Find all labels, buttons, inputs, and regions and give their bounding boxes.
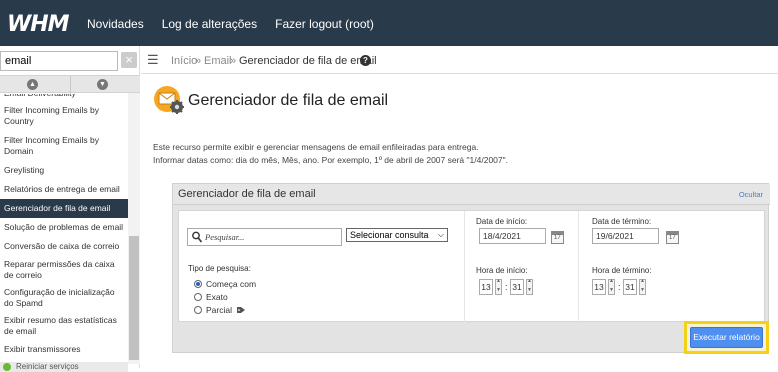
sidebar-item[interactable]: Configuração de inicialização do Spamd (0, 284, 128, 312)
end-hour-stepper[interactable] (608, 278, 615, 295)
collapse-divider (70, 76, 71, 94)
end-minute-stepper[interactable] (639, 278, 646, 295)
panel-footer (173, 327, 770, 354)
breadcrumb: ☰ Início » Email » Gerenciador de fila d… (141, 50, 778, 72)
sidebar-item[interactable]: Exibir transmissores (0, 340, 128, 359)
start-minute-input[interactable]: 31 (510, 279, 524, 295)
search-type-label: Tipo de pesquisa: (188, 264, 251, 273)
end-minute-input[interactable]: 31 (623, 279, 637, 295)
sidebar-item[interactable]: Filter Incoming Emails by Country (0, 101, 128, 131)
radio-label: Parcial (206, 305, 232, 315)
page-title: Gerenciador de fila de email (188, 92, 389, 109)
end-time-label: Hora de término: (592, 266, 652, 275)
page-description: Este recurso permite exibir e gerenciar … (153, 141, 508, 167)
sidebar-item[interactable]: Email Deliverability (0, 94, 128, 101)
breadcrumb-divider (141, 73, 778, 74)
query-select[interactable]: Selecionar consulta ⌵ (346, 228, 448, 242)
run-report-button[interactable]: Executar relatório (690, 327, 763, 348)
end-hour-input[interactable]: 13 (592, 279, 606, 295)
top-nav-logout[interactable]: Fazer logout (root) (275, 17, 374, 31)
start-hour-stepper[interactable] (495, 278, 502, 295)
sidebar-scrollbar[interactable] (128, 93, 140, 364)
end-date-input[interactable]: 19/6/2021 (592, 228, 659, 244)
column-divider (464, 211, 465, 323)
radio-partial[interactable]: Parcial (194, 305, 246, 315)
clear-search-icon[interactable]: × (121, 52, 137, 68)
calendar-icon[interactable]: 17 (551, 231, 564, 244)
start-hour-input[interactable]: 13 (479, 279, 493, 295)
panel-title: Gerenciador de fila de email (178, 188, 316, 200)
sidebar-search-input[interactable] (0, 51, 118, 71)
search-input[interactable]: Pesquisar... (187, 228, 342, 246)
sidebar-search-row: × (0, 50, 140, 72)
sidebar-item[interactable]: Reparar permissões da caixa de correio (0, 256, 128, 284)
sidebar-scroll-thumb[interactable] (129, 236, 139, 360)
run-report-highlight: Executar relatório (684, 321, 769, 354)
sidebar-item[interactable]: Conversão de caixa de correio (0, 237, 128, 256)
top-nav-changelog[interactable]: Log de alterações (162, 17, 257, 31)
queue-manager-panel: Gerenciador de fila de email Ocultar Pes… (172, 183, 770, 354)
radio-label: Começa com (206, 279, 257, 289)
mail-queue-icon (154, 86, 184, 114)
radio-begins-with[interactable]: Começa com (194, 279, 256, 289)
start-date-input[interactable]: 18/4/2021 (479, 228, 546, 244)
breadcrumb-home[interactable]: Início (171, 55, 197, 67)
panel-header: Gerenciador de fila de email Ocultar (173, 184, 770, 205)
column-divider (578, 211, 579, 323)
sidebar-item[interactable]: Filter Incoming Emails by Domain (0, 131, 128, 161)
start-minute-stepper[interactable] (526, 278, 533, 295)
top-bar: WHM Novidades Log de alterações Fazer lo… (0, 0, 778, 46)
radio-exact[interactable]: Exato (194, 292, 228, 302)
sidebar-item[interactable]: Solução de problemas de email (0, 218, 128, 237)
menu-toggle-icon[interactable]: ☰ (147, 52, 159, 68)
search-icon (192, 231, 202, 243)
help-icon[interactable]: ? (360, 55, 371, 66)
collapse-up-icon[interactable]: ▲ (27, 79, 38, 90)
end-date-label: Data de término: (592, 217, 652, 226)
radio-dot[interactable] (194, 280, 202, 288)
restart-services-icon (3, 363, 11, 371)
expand-down-icon[interactable]: ▼ (97, 79, 108, 90)
radio-dot[interactable] (194, 293, 202, 301)
query-select-value: Selecionar consulta (350, 230, 429, 240)
panel-body: Pesquisar... Selecionar consulta ⌵ Tipo … (178, 210, 765, 323)
whm-logo[interactable]: WHM (7, 12, 70, 37)
hide-panel-link[interactable]: Ocultar (739, 190, 763, 199)
sidebar: × ▲ ▼ Email DeliverabilityFilter Incomin… (0, 46, 140, 372)
sidebar-item-restart-services[interactable]: Reiniciar serviços (0, 362, 128, 372)
start-time-label: Hora de início: (476, 266, 528, 275)
time-colon: : (618, 282, 621, 292)
breadcrumb-separator: » (230, 55, 237, 67)
sidebar-collapse-row: ▲ ▼ (0, 75, 140, 94)
tag-icon (237, 307, 246, 313)
start-date-label: Data de início: (476, 217, 528, 226)
top-nav-novidades[interactable]: Novidades (87, 17, 144, 31)
description-line: Informar datas como: dia do mês, Mês, an… (153, 155, 508, 165)
chevron-down-icon: ⌵ (437, 230, 444, 239)
sidebar-item[interactable]: Relatórios de entrega de email (0, 180, 128, 199)
top-nav: Novidades Log de alterações Fazer logout… (87, 17, 374, 31)
sidebar-item[interactable]: Exibir resumo das estatísticas de email (0, 312, 128, 340)
radio-label: Exato (206, 292, 228, 302)
sidebar-item[interactable]: Greylisting (0, 161, 128, 180)
radio-dot[interactable] (194, 306, 202, 314)
sidebar-item-label: Reiniciar serviços (16, 362, 79, 371)
search-placeholder: Pesquisar... (205, 232, 245, 242)
calendar-icon[interactable]: 17 (666, 231, 679, 244)
sidebar-nav: Email DeliverabilityFilter Incoming Emai… (0, 94, 128, 364)
time-colon: : (505, 282, 508, 292)
breadcrumb-email[interactable]: Email (204, 55, 232, 67)
breadcrumb-current: Gerenciador de fila de email (239, 55, 377, 67)
description-line: Este recurso permite exibir e gerenciar … (153, 142, 479, 152)
sidebar-item[interactable]: Gerenciador de fila de email (0, 199, 128, 218)
breadcrumb-separator: » (195, 55, 202, 67)
